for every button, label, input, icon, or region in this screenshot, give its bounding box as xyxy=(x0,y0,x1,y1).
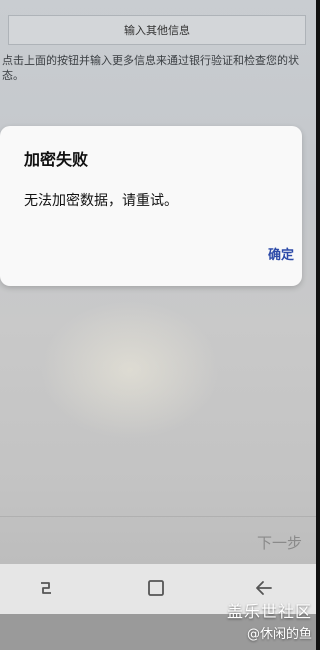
phone-screen: 输入其他信息 点击上面的按钮并输入更多信息来通过银行验证和检查您的状态。 加密失… xyxy=(0,0,316,650)
enter-other-info-label: 输入其他信息 xyxy=(124,24,190,37)
enter-other-info-button[interactable]: 输入其他信息 xyxy=(8,15,306,45)
recent-apps-icon[interactable] xyxy=(34,576,58,600)
footer-divider xyxy=(0,516,316,517)
confirm-button[interactable]: 确定 xyxy=(264,242,298,265)
next-step-button[interactable]: 下一步 xyxy=(257,532,302,553)
screen-glare xyxy=(40,300,220,440)
info-description: 点击上面的按钮并输入更多信息来通过银行验证和检查您的状态。 xyxy=(2,54,299,82)
watermark-user: @休闲的鱼 xyxy=(246,627,312,642)
home-icon[interactable] xyxy=(144,576,168,600)
dialog-message: 无法加密数据，请重试。 xyxy=(24,193,178,209)
back-icon[interactable] xyxy=(252,576,276,600)
watermark-title: 盖乐世社区 xyxy=(226,602,312,621)
dialog-title: 加密失败 xyxy=(24,150,89,169)
encryption-failed-dialog: 加密失败 无法加密数据，请重试。 确定 xyxy=(0,126,302,286)
